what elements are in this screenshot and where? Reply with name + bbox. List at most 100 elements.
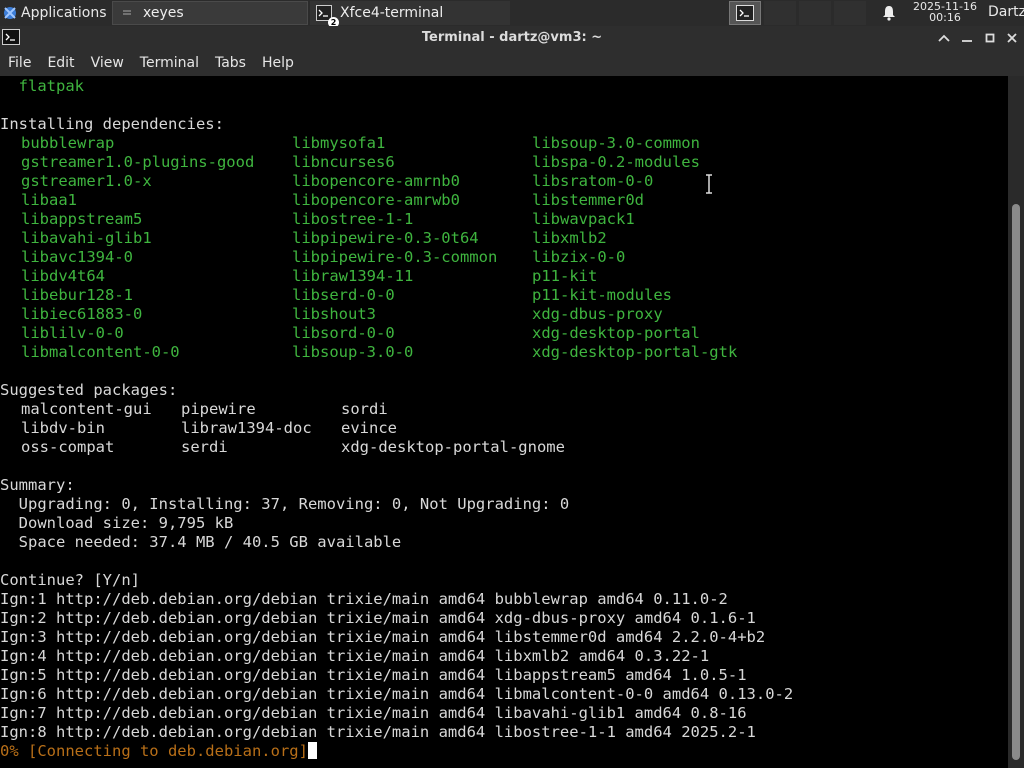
fetch-log-line: Ign:1 http://deb.debian.org/debian trixi… [0,590,728,608]
vertical-scrollbar[interactable] [1008,76,1024,768]
maximize-icon [985,33,995,43]
package-name: libxmlb2 [532,229,607,247]
maximize-button[interactable] [980,28,1000,48]
package-name: p11-kit [532,267,598,285]
fetch-log-line: Ign:7 http://deb.debian.org/debian trixi… [0,704,747,722]
menu-help[interactable]: Help [254,50,302,76]
terminal-line: 0% [Connecting to deb.debian.org] [0,742,317,761]
terminal-line: Suggested packages: [0,381,178,399]
package-name: p11-kit-modules [532,286,672,304]
user-menu-button[interactable]: Dartz [988,4,1024,20]
package-name: libsoup-3.0-0 [292,343,414,361]
window-title: Terminal - dartz@vm3: ~ [421,30,603,45]
suggested-package: malcontent-gui [21,400,152,418]
suggested-package: libraw1394-doc [181,419,312,437]
package-name: libavc1394-0 [21,248,133,266]
bell-icon[interactable] [880,4,898,22]
text-cursor [307,742,317,759]
package-name: gstreamer1.0-x [21,172,152,190]
fetch-log-line: Ign:6 http://deb.debian.org/debian trixi… [0,685,794,703]
ibeam-cursor-icon [706,174,712,194]
package-name: libostree-1-1 [292,210,414,228]
xfce-mouse-icon [4,7,16,19]
terminal-line: flatpak [0,77,84,95]
suggested-package: libdv-bin [21,419,105,437]
menu-view[interactable]: View [83,50,132,76]
applications-menu-button[interactable]: Applications [0,0,107,26]
taskbar-item-label: Xfce4-terminal [340,5,444,21]
fetch-log-line: Ign:5 http://deb.debian.org/debian trixi… [0,666,747,684]
menu-tabs[interactable]: Tabs [207,50,254,76]
package-name: libavahi-glib1 [21,229,152,247]
suggested-package: xdg-desktop-portal-gnome [341,438,565,456]
package-name: libzix-0-0 [532,248,626,266]
package-name: libraw1394-11 [292,267,414,285]
menu-bar: File Edit View Terminal Tabs Help [0,50,1024,76]
close-button[interactable] [1002,28,1022,48]
fetch-log-line: Ign:4 http://deb.debian.org/debian trixi… [0,647,710,665]
workspace-2-button[interactable] [764,1,796,25]
terminal-line: Continue? [Y/n] [0,571,140,589]
taskbar-item-terminal[interactable]: 2 Xfce4-terminal [310,1,510,28]
suggested-package: sordi [341,400,388,418]
progress-text: 0% [Connecting to deb.debian.org] [0,742,308,760]
workspace-4-button[interactable] [834,1,866,25]
package-name: libsord-0-0 [292,324,395,342]
package-name: libopencore-amrnb0 [292,172,460,190]
package-name: libsoup-3.0-common [532,134,700,152]
workspace-3-button[interactable] [799,1,831,25]
terminal-line: Summary: [0,476,75,494]
package-name: liblilv-0-0 [21,324,124,342]
chevron-up-icon [938,34,950,42]
package-name: xdg-desktop-portal-gtk [532,343,738,361]
package-name: libsratom-0-0 [532,172,654,190]
minimize-icon [962,40,972,42]
package-name: libmalcontent-0-0 [21,343,180,361]
fetch-log-line: Ign:2 http://deb.debian.org/debian trixi… [0,609,756,627]
suggested-package: oss-compat [21,438,115,456]
menu-terminal[interactable]: Terminal [132,50,207,76]
package-name: libpipewire-0.3-common [292,248,498,266]
menu-edit[interactable]: Edit [39,50,82,76]
terminal-line: Installing dependencies: [0,115,224,133]
summary-line: Space needed: 37.4 MB / 40.5 GB availabl… [0,533,402,551]
window-titlebar[interactable]: Terminal - dartz@vm3: ~ [0,26,1024,50]
package-name: libpipewire-0.3-0t64 [292,229,479,247]
suggested-package: serdi [181,438,228,456]
suggested-package: evince [341,419,397,437]
terminal-icon [736,5,754,21]
fetch-log-line: Ign:8 http://deb.debian.org/debian trixi… [0,723,756,741]
package-name: xdg-dbus-proxy [532,305,663,323]
taskbar-item-xeyes[interactable]: xeyes [112,1,308,25]
menu-file[interactable]: File [0,50,39,76]
package-name: libebur128-1 [21,286,133,304]
package-name: bubblewrap [21,134,115,152]
scrollbar-thumb[interactable] [1012,204,1020,760]
package-name: gstreamer1.0-plugins-good [21,153,255,171]
clock-time: 00:16 [929,11,961,24]
summary-line: Upgrading: 0, Installing: 37, Removing: … [0,495,570,513]
package-name: libiec61883-0 [21,305,143,323]
workspace-1-button[interactable] [729,1,761,25]
terminal-output[interactable]: flatpak Installing dependencies: bubblew… [0,76,1008,768]
minimize-button[interactable] [957,28,977,48]
package-name: libwavpack1 [532,210,635,228]
taskbar-item-label: xeyes [143,5,184,21]
suggested-package: pipewire [181,400,256,418]
terminal-icon: 2 [316,5,339,28]
drag-handle-icon [119,5,135,21]
fetch-log-line: Ign:3 http://deb.debian.org/debian trixi… [0,628,766,646]
package-name: libmysofa1 [292,134,386,152]
close-icon [1007,33,1017,43]
package-name: libdv4t64 [21,267,105,285]
package-name: libserd-0-0 [292,286,395,304]
shade-button[interactable] [934,28,954,48]
package-name: libappstream5 [21,210,143,228]
clock[interactable]: 2025-11-16 00:16 [906,1,984,23]
package-name: libshout3 [292,305,376,323]
package-name: libstemmer0d [532,191,644,209]
summary-line: Download size: 9,795 kB [0,514,234,532]
applications-label: Applications [21,5,107,21]
package-name: libopencore-amrwb0 [292,191,460,209]
package-name: libaa1 [21,191,77,209]
